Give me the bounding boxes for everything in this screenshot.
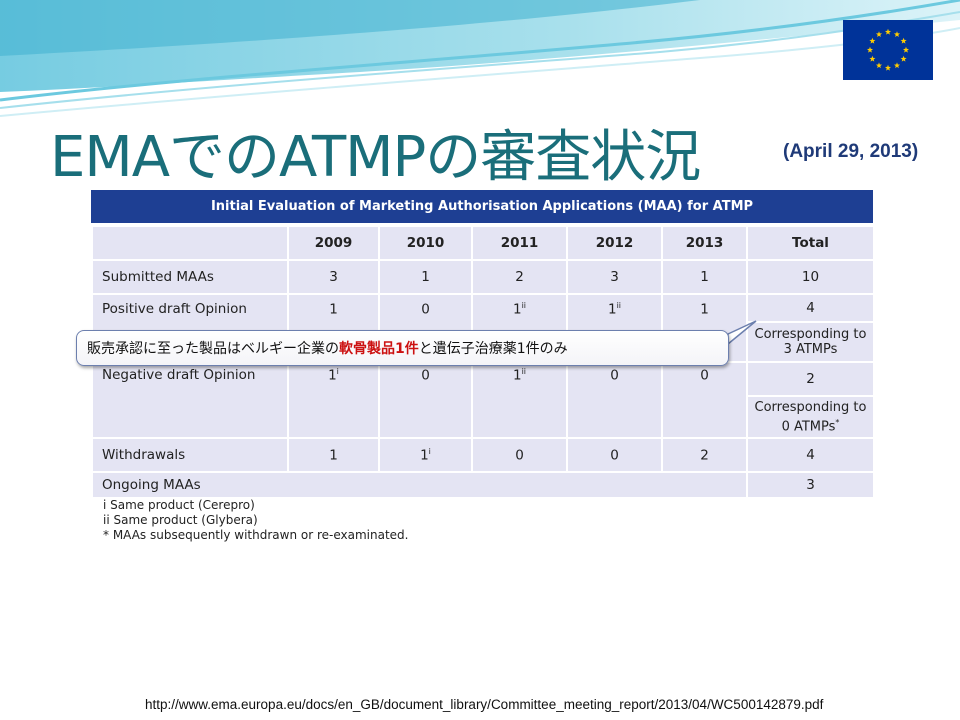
table-header: Initial Evaluation of Marketing Authoris… [91, 190, 873, 223]
row-label: Negative draft Opinion [91, 361, 289, 439]
table-cell: 1 [287, 437, 380, 473]
total-note: Corresponding to 3 ATMPs [746, 321, 875, 363]
table-cell: 3 [287, 259, 380, 295]
total-cell: 4 [746, 293, 875, 323]
total-note: Corresponding to 0 ATMPs* [746, 395, 875, 439]
table-row: Ongoing MAAs 3 [91, 471, 875, 499]
callout-pointer [727, 320, 757, 346]
table-footnotes: i Same product (Cerepro) ii Same product… [103, 498, 408, 543]
total-cell: 10 [746, 259, 875, 295]
callout-box: 販売承認に至った製品はベルギー企業の 軟骨製品1件 と遺伝子治療薬1件のみ [76, 330, 729, 366]
table-cell: 0 [471, 437, 568, 473]
table-cell: 0 [566, 361, 663, 439]
table-row: Negative draft Opinion 1i 0 1ii 0 0 2 [91, 361, 875, 439]
table-row: Withdrawals 1 1i 0 0 2 4 [91, 437, 875, 473]
row-label: Withdrawals [91, 437, 289, 473]
source-url: http://www.ema.europa.eu/docs/en_GB/docu… [145, 697, 824, 712]
total-cell: 3 [746, 471, 875, 499]
column-header: 2009 [287, 225, 380, 261]
table-cell: 0 [566, 437, 663, 473]
table-cell: 0 [378, 361, 473, 439]
slide-date: (April 29, 2013) [783, 141, 919, 162]
table-cell: 1 [378, 259, 473, 295]
table-cell: 1ii [471, 361, 568, 439]
table-cell: 1i [378, 437, 473, 473]
column-header: 2013 [661, 225, 748, 261]
column-header: Total [746, 225, 875, 261]
row-label: Submitted MAAs [91, 259, 289, 295]
total-cell: 4 [746, 437, 875, 473]
table-cell: 1 [661, 259, 748, 295]
column-header [91, 225, 289, 261]
column-header: 2011 [471, 225, 568, 261]
total-cell: 2 [746, 361, 875, 397]
table-cell: 1i [287, 361, 380, 439]
callout-text-end: と遺伝子治療薬1件のみ [418, 341, 568, 357]
callout-highlight: 軟骨製品1件 [339, 341, 419, 357]
footnote: ii Same product (Glybera) [103, 513, 258, 527]
footnote: i Same product (Cerepro) [103, 498, 255, 512]
table-cell: 0 [661, 361, 748, 439]
column-header: 2010 [378, 225, 473, 261]
eu-flag-icon [843, 20, 933, 80]
table-cell: 3 [566, 259, 663, 295]
footnote: * MAAs subsequently withdrawn or re-exam… [103, 528, 409, 542]
column-header: 2012 [566, 225, 663, 261]
table-row: Submitted MAAs 3 1 2 3 1 10 [91, 259, 875, 295]
callout-text: 販売承認に至った製品はベルギー企業の [87, 341, 339, 357]
table-header-row: 2009 2010 2011 2012 2013 Total [91, 225, 875, 261]
slide-title: EMAでのATMPの審査状況 [50, 125, 701, 190]
table-cell: 2 [471, 259, 568, 295]
table-cell: 2 [661, 437, 748, 473]
row-label: Ongoing MAAs [91, 471, 748, 499]
maa-table: Initial Evaluation of Marketing Authoris… [91, 190, 877, 550]
